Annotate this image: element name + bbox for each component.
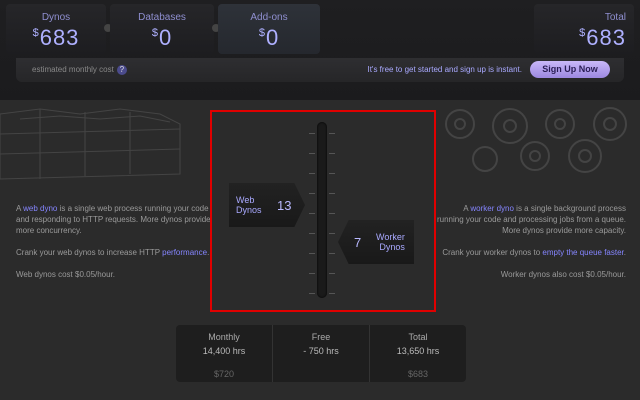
worker-dyno-description: A worker dyno is a single background pro…: [436, 204, 626, 279]
highlight-frame: [210, 110, 436, 312]
worker-dyno-link[interactable]: worker dyno: [470, 204, 514, 213]
total-label: Total: [604, 12, 626, 23]
databases-value: $0: [151, 25, 173, 50]
web-dyno-description: A web dyno is a single web process runni…: [16, 204, 211, 279]
total-column: Total 13,650 hrs $683: [396, 332, 440, 379]
dynos-label: Dynos: [41, 12, 71, 23]
databases-label: Databases: [138, 12, 186, 23]
dynos-price-box[interactable]: Dynos $683: [6, 4, 106, 54]
web-dyno-link[interactable]: web dyno: [23, 204, 57, 213]
hours-summary-table: Monthly 14,400 hrs $720 Free - 750 hrs T…: [176, 325, 466, 382]
dynos-value: $683: [32, 25, 80, 50]
addons-price-box[interactable]: Add-ons $0: [218, 4, 320, 54]
monthly-column: Monthly 14,400 hrs $720: [202, 332, 246, 379]
free-column: Free - 750 hrs: [303, 332, 339, 356]
sign-up-button[interactable]: Sign Up Now: [530, 61, 610, 78]
top-bar: Dynos $683 Databases $0 Add-ons $0 Total…: [0, 0, 640, 100]
performance-link[interactable]: performance: [162, 248, 207, 257]
empty-queue-link[interactable]: empty the queue faster: [542, 248, 623, 257]
databases-price-box[interactable]: Databases $0: [110, 4, 214, 54]
addons-value: $0: [258, 25, 280, 50]
addons-label: Add-ons: [250, 12, 288, 23]
web-dyno-cubes-graphic: [0, 108, 181, 180]
estimated-cost-label: estimated monthly cost?: [32, 65, 127, 75]
help-icon[interactable]: ?: [116, 65, 127, 75]
info-bar: estimated monthly cost? It's free to get…: [16, 58, 624, 82]
free-signup-text: It's free to get started and sign up is …: [367, 65, 522, 74]
total-price-box: Total $683: [534, 4, 634, 54]
total-value: $683: [579, 25, 626, 50]
worker-dyno-gears-graphic: [445, 107, 627, 173]
